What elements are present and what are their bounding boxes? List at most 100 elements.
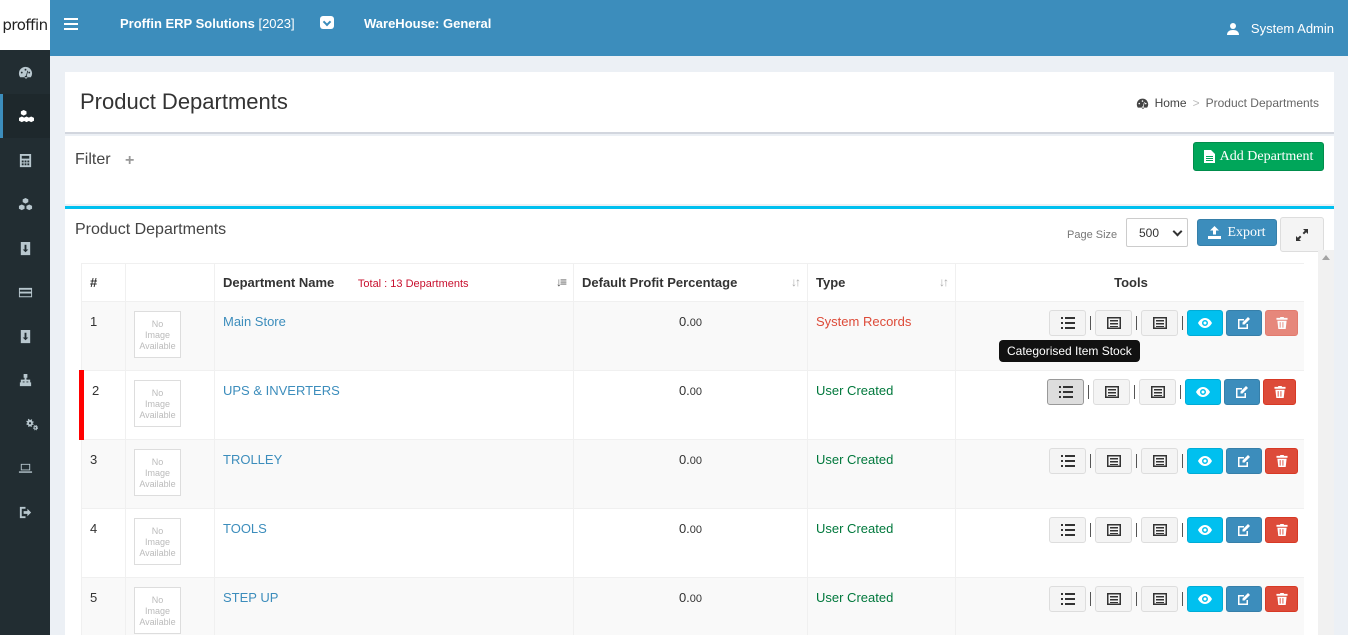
export-button[interactable]: Export — [1197, 219, 1277, 246]
divider — [1136, 454, 1137, 468]
list-title: Product Departments — [75, 221, 227, 238]
page-header: Product Departments Home > Product Depar… — [65, 72, 1334, 134]
scrollbar[interactable] — [1318, 250, 1334, 635]
fullscreen-button[interactable] — [1280, 217, 1324, 252]
row-tools — [964, 379, 1296, 405]
sidebar-item-settings[interactable] — [0, 402, 50, 446]
sidebar: proffin — [0, 0, 50, 635]
card-icon — [1150, 386, 1165, 398]
list-icon — [1060, 593, 1075, 605]
sidebar-item-laptop[interactable] — [0, 446, 50, 490]
logo-text: proffin — [2, 16, 48, 34]
logo[interactable]: proffin — [0, 0, 50, 50]
sidebar-item-download[interactable] — [0, 226, 50, 270]
stock-report-button[interactable] — [1141, 586, 1178, 612]
warehouse-label[interactable]: WareHouse: General — [364, 16, 491, 31]
sidebar-item-departments[interactable] — [0, 94, 50, 138]
sidebar-item-calculator[interactable] — [0, 138, 50, 182]
stock-card-button[interactable] — [1093, 379, 1130, 405]
no-image-text: Image — [144, 330, 170, 340]
delete-button[interactable] — [1263, 379, 1296, 405]
edit-button[interactable] — [1226, 586, 1262, 612]
sort-icon[interactable]: ↓↑ — [939, 275, 949, 289]
type-label: System Records — [816, 314, 912, 329]
app-title: Proffin ERP Solutions [2023] — [120, 16, 295, 31]
view-button[interactable] — [1187, 310, 1223, 336]
stock-report-button[interactable] — [1141, 448, 1178, 474]
divider — [1088, 385, 1089, 399]
edit-button[interactable] — [1226, 517, 1262, 543]
stock-card-button[interactable] — [1095, 448, 1132, 474]
stock-report-button[interactable] — [1139, 379, 1176, 405]
sidebar-item-download-2[interactable] — [0, 314, 50, 358]
stock-card-button[interactable] — [1095, 310, 1132, 336]
departments-panel: Product Departments Page Size 500 Export… — [65, 206, 1334, 635]
no-image-placeholder: No Image Available — [134, 380, 181, 427]
col-type[interactable]: Type ↓↑ — [807, 263, 956, 302]
edit-button[interactable] — [1226, 448, 1262, 474]
trash-icon — [1273, 386, 1287, 398]
col-image — [125, 263, 215, 302]
delete-button[interactable] — [1265, 517, 1298, 543]
stock-report-button[interactable] — [1141, 310, 1178, 336]
row-index: 4 — [81, 508, 126, 578]
divider — [1180, 385, 1181, 399]
no-image-text: No — [151, 388, 164, 398]
page-size-select[interactable]: 500 — [1126, 218, 1188, 247]
department-name-link[interactable]: TOOLS — [223, 521, 267, 536]
view-button[interactable] — [1185, 379, 1221, 405]
department-name-link[interactable]: TROLLEY — [223, 452, 282, 467]
card-icon — [1152, 593, 1167, 605]
department-name-link[interactable]: Main Store — [223, 314, 286, 329]
add-department-button[interactable]: Add Department — [1193, 142, 1324, 171]
divider — [1090, 454, 1091, 468]
filter-expand-icon[interactable]: + — [125, 152, 134, 170]
delete-button[interactable] — [1265, 448, 1298, 474]
sidebar-item-dashboard[interactable] — [0, 50, 50, 94]
upload-icon — [1208, 226, 1222, 239]
categorised-stock-button[interactable] — [1049, 310, 1086, 336]
view-button[interactable] — [1187, 586, 1223, 612]
menu-toggle-icon[interactable] — [64, 18, 78, 33]
profit-int: 0. — [678, 452, 690, 467]
categorised-stock-button[interactable] — [1049, 517, 1086, 543]
delete-button[interactable] — [1265, 310, 1298, 336]
row-image: No Image Available — [125, 508, 215, 578]
sort-icon[interactable]: ↓↑ — [791, 275, 801, 289]
categorised-stock-button[interactable] — [1047, 379, 1084, 405]
sidebar-item-cubes[interactable] — [0, 182, 50, 226]
stock-report-button[interactable] — [1141, 517, 1178, 543]
col-name[interactable]: Department Name Total : 13 Departments ↓… — [214, 263, 574, 302]
categorised-stock-button[interactable] — [1049, 448, 1086, 474]
edit-button[interactable] — [1226, 310, 1262, 336]
col-profit[interactable]: Default Profit Percentage ↓↑ — [573, 263, 808, 302]
breadcrumb-home[interactable]: Home — [1136, 96, 1187, 110]
type-label: User Created — [816, 452, 894, 467]
export-label: Export — [1227, 224, 1266, 240]
view-button[interactable] — [1187, 517, 1223, 543]
stock-card-button[interactable] — [1095, 586, 1132, 612]
profit-dec: 00 — [689, 386, 703, 398]
divider — [1136, 523, 1137, 537]
department-name-link[interactable]: UPS & INVERTERS — [223, 383, 340, 398]
view-button[interactable] — [1187, 448, 1223, 474]
department-name-link[interactable]: STEP UP — [223, 590, 278, 605]
sidebar-item-sitemap[interactable] — [0, 358, 50, 402]
no-image-text: No — [151, 457, 164, 467]
card-icon — [1106, 455, 1121, 467]
sidebar-item-payments[interactable] — [0, 270, 50, 314]
col-tools: Tools — [955, 263, 1304, 302]
sort-desc-icon[interactable]: ↓≡ — [556, 275, 567, 289]
col-type-label: Type — [816, 275, 846, 290]
row-image: No Image Available — [125, 370, 215, 440]
edit-button[interactable] — [1224, 379, 1260, 405]
row-index: 5 — [81, 577, 126, 635]
add-department-label: Add Department — [1219, 148, 1314, 164]
chevron-down-icon[interactable] — [320, 16, 334, 29]
delete-button[interactable] — [1265, 586, 1298, 612]
no-image-text: Available — [139, 341, 176, 351]
categorised-stock-button[interactable] — [1049, 586, 1086, 612]
user-menu[interactable]: System Admin — [1226, 21, 1334, 36]
stock-card-button[interactable] — [1095, 517, 1132, 543]
sidebar-item-signout[interactable] — [0, 490, 50, 534]
